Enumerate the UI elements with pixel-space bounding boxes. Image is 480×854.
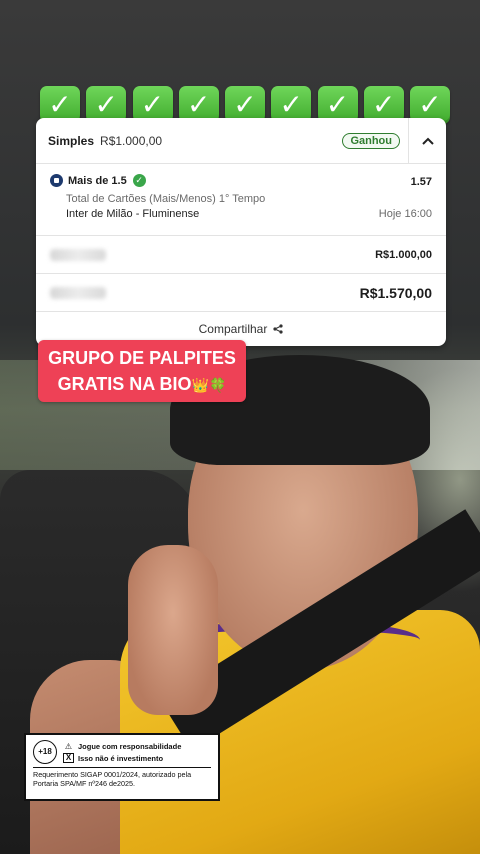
blurred-label [50,248,106,261]
bet-slip-card: Simples R$1.000,00 Ganhou Mais de 1.5 ✓ … [36,118,446,346]
legal-text: Requerimento SIGAP 0001/2024, autorizado… [33,770,192,788]
bet-slip-header: Simples R$1.000,00 Ganhou [36,118,446,164]
bet-type-label: Simples [48,133,95,148]
chevron-up-icon [421,137,434,145]
stake-row: R$1.000,00 [36,236,446,274]
divider [33,767,211,768]
status-badge: Ganhou [342,133,400,149]
not-investment-text: Isso não é investimento [78,753,164,763]
x-box-icon: X [63,753,74,763]
promo-caption: GRUPO DE PALPITES GRATIS NA BIO👑🍀 [38,340,246,402]
responsibility-text: Jogue com responsabilidade [78,741,182,751]
selection-name: Mais de 1.5 [68,174,127,187]
promo-line-1: GRUPO DE PALPITES [48,348,236,368]
age-restriction-badge: +18 [33,740,57,764]
kickoff-time: Hoje 16:00 [378,208,432,220]
collapse-button[interactable] [408,118,446,164]
stake-amount: R$1.000,00 [375,248,432,261]
soccer-ball-icon [50,174,63,187]
check-circle-icon: ✓ [132,174,146,187]
market-name: Total de Cartões (Mais/Menos) 1° Tempo [66,193,266,205]
blurred-label [50,286,106,299]
responsibility-line: ⚠ Jogue com responsabilidade [63,740,211,752]
return-row: R$1.570,00 [36,274,446,312]
promo-line-2-text: GRATIS NA BIO [57,374,192,394]
warning-icon: ⚠ [64,741,73,751]
stake-top-value: R$1.000,00 [100,133,163,148]
thumbs-up-hand [128,545,218,715]
not-investment-line: X Isso não é investimento [63,752,211,764]
responsible-gambling-notice: +18 ⚠ Jogue com responsabilidade X Isso … [24,733,220,801]
selection-odds: 1.57 [410,176,432,188]
return-amount: R$1.570,00 [359,284,432,301]
match-name: Inter de Milão - Fluminense [66,208,200,220]
crown-clover-icon: 👑🍀 [191,377,227,393]
promo-line-2: GRATIS NA BIO👑🍀 [38,371,246,398]
selection-row: Mais de 1.5 ✓ 1.57 Total de Cartões (Mai… [36,164,446,236]
share-label: Compartilhar [198,322,268,336]
share-icon [273,324,283,334]
